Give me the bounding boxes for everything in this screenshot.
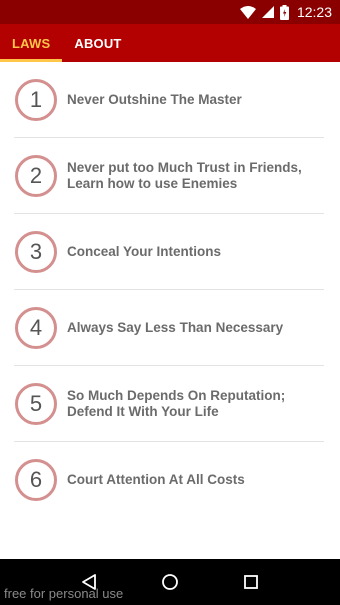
tab-bar: LAWS ABOUT xyxy=(0,24,340,62)
law-item[interactable]: 5 So Much Depends On Reputation; Defend … xyxy=(0,366,340,442)
law-number-badge: 6 xyxy=(15,459,57,501)
home-icon[interactable] xyxy=(158,570,182,594)
signal-icon xyxy=(261,6,274,18)
law-number-badge: 1 xyxy=(15,79,57,121)
law-title: Court Attention At All Costs xyxy=(67,472,245,487)
law-item[interactable]: 4 Always Say Less Than Necessary xyxy=(0,290,340,366)
law-number-badge: 5 xyxy=(15,383,57,425)
law-number-badge: 2 xyxy=(15,155,57,197)
law-item[interactable]: 3 Conceal Your Intentions xyxy=(0,214,340,290)
law-number-badge: 3 xyxy=(15,231,57,273)
tab-laws[interactable]: LAWS xyxy=(0,24,63,62)
laws-list: 1 Never Outshine The Master 2 Never put … xyxy=(0,62,340,559)
law-item[interactable]: 2 Never put too Much Trust in Friends, L… xyxy=(0,138,340,214)
wifi-icon xyxy=(239,5,256,19)
recents-icon[interactable] xyxy=(239,570,263,594)
law-title: So Much Depends On Reputation; Defend It… xyxy=(67,388,286,419)
status-time: 12:23 xyxy=(296,4,332,20)
law-item[interactable]: 6 Court Attention At All Costs xyxy=(0,442,340,518)
law-number-badge: 4 xyxy=(15,307,57,349)
status-bar: 12:23 xyxy=(0,0,340,24)
law-title: Never put too Much Trust in Friends, Lea… xyxy=(67,160,302,191)
law-title: Always Say Less Than Necessary xyxy=(67,320,284,335)
battery-icon xyxy=(279,4,289,20)
navigation-bar: free for personal use xyxy=(0,559,340,605)
law-title: Never Outshine The Master xyxy=(67,92,242,107)
law-item[interactable]: 1 Never Outshine The Master xyxy=(0,62,340,138)
watermark: free for personal use xyxy=(4,586,124,601)
tab-about[interactable]: ABOUT xyxy=(62,24,133,62)
law-title: Conceal Your Intentions xyxy=(67,244,222,259)
